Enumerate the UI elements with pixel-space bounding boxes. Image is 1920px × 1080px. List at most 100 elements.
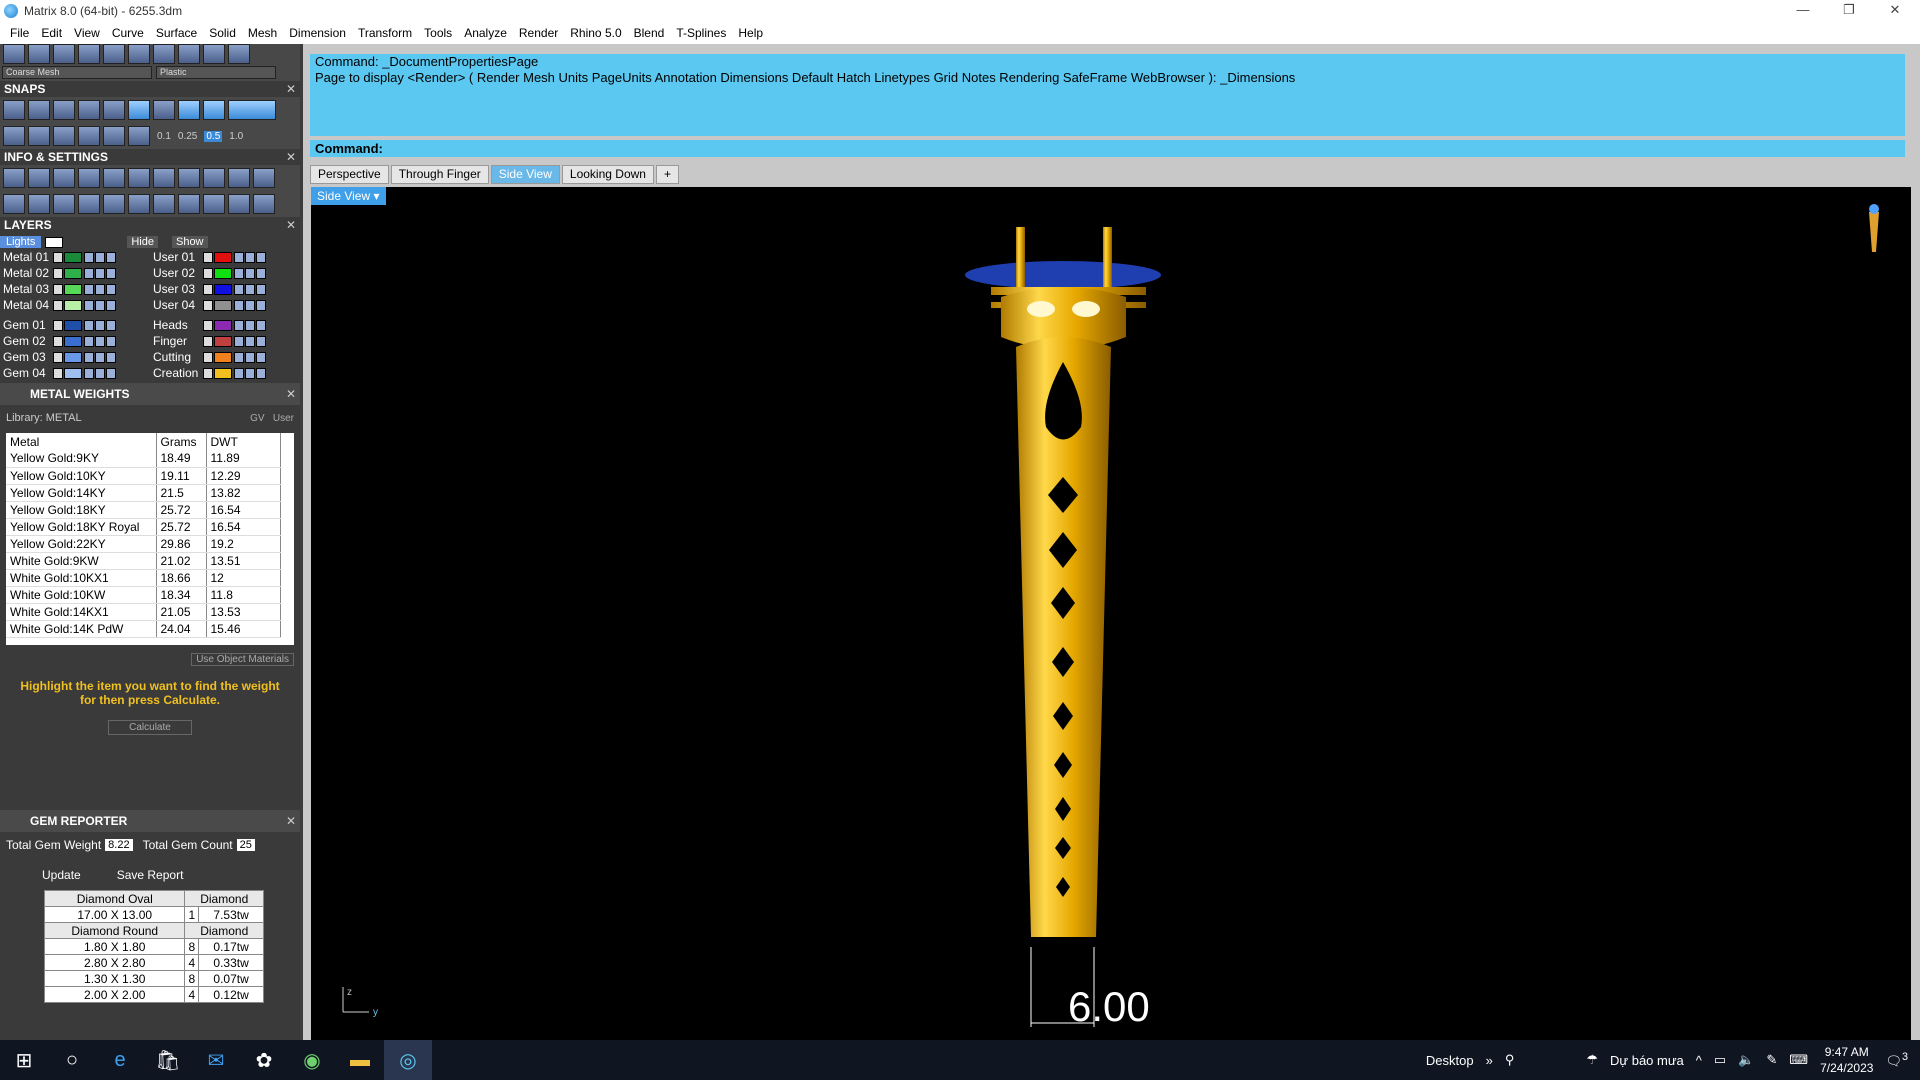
close-button[interactable]: ✕ [1872, 0, 1918, 22]
layer-row[interactable]: Metal 02 [0, 265, 150, 281]
tab-through-finger[interactable]: Through Finger [390, 165, 489, 184]
visible-icon[interactable] [95, 299, 105, 311]
maximize-button[interactable]: ❐ [1826, 0, 1872, 22]
snap-near-icon[interactable] [28, 100, 50, 120]
visible-icon[interactable] [245, 267, 255, 279]
app-green-icon[interactable]: ◉ [288, 1040, 336, 1080]
layer-expand-icon[interactable] [53, 251, 63, 263]
tool-icon[interactable] [253, 194, 275, 214]
lock-icon[interactable] [234, 319, 244, 331]
layer-expand-icon[interactable] [53, 319, 63, 331]
lights-layer[interactable]: Lights [0, 236, 42, 248]
lock-icon[interactable] [234, 335, 244, 347]
line-icon[interactable] [53, 126, 75, 146]
render-icon[interactable] [28, 44, 50, 64]
weather-icon[interactable]: ☂ [1586, 1052, 1598, 1068]
ortho-toggle[interactable] [228, 100, 276, 120]
layer-color-swatch[interactable] [64, 319, 82, 331]
lock-icon[interactable] [234, 267, 244, 279]
layer-color-swatch[interactable] [64, 283, 82, 295]
lock-icon[interactable] [234, 367, 244, 379]
lock-icon[interactable] [84, 335, 94, 347]
gem-row[interactable]: 1.30 X 1.30 8 0.07tw [43, 970, 264, 987]
snap-value-3[interactable]: 0.5 [204, 130, 223, 142]
render-icon[interactable] [256, 251, 266, 263]
layer-expand-icon[interactable] [203, 251, 213, 263]
layer-expand-icon[interactable] [53, 283, 63, 295]
render-icon[interactable] [106, 335, 116, 347]
layer-row[interactable]: Gem 04 [0, 365, 150, 381]
tool-icon[interactable] [178, 194, 200, 214]
tab-looking-down[interactable]: Looking Down [561, 165, 654, 184]
menu-blend[interactable]: Blend [628, 26, 671, 40]
mesh-icon[interactable] [103, 44, 125, 64]
layer-color-swatch[interactable] [214, 367, 232, 379]
layer-row[interactable]: Heads [150, 317, 300, 333]
edge-browser-icon[interactable]: e [96, 1040, 144, 1080]
layer-expand-icon[interactable] [203, 335, 213, 347]
render-icon[interactable] [256, 299, 266, 311]
hide-button[interactable]: Hide [127, 236, 158, 248]
viewport-side-view[interactable]: Side View ▾ 6.00 z y [311, 187, 1911, 1076]
cylinder-icon[interactable] [78, 194, 100, 214]
material-icon[interactable] [128, 44, 150, 64]
lock-icon[interactable] [84, 351, 94, 363]
layer-expand-icon[interactable] [53, 351, 63, 363]
visible-icon[interactable] [95, 283, 105, 295]
lock-icon[interactable] [234, 299, 244, 311]
snap-center-icon[interactable] [153, 100, 175, 120]
mail-icon[interactable]: ✉ [192, 1040, 240, 1080]
layer-color-swatch[interactable] [214, 283, 232, 295]
layer-row[interactable]: Cutting [150, 349, 300, 365]
lights-swatch[interactable] [45, 236, 64, 248]
render-icon[interactable] [106, 367, 116, 379]
layer-expand-icon[interactable] [53, 299, 63, 311]
visible-icon[interactable] [95, 319, 105, 331]
person-icon[interactable]: ⚲ [1505, 1052, 1515, 1068]
col-grams[interactable]: Grams [156, 433, 207, 450]
measure-icon[interactable] [53, 168, 75, 188]
gem-icon[interactable] [153, 168, 175, 188]
visible-icon[interactable] [245, 335, 255, 347]
close-icon[interactable]: ✕ [286, 810, 296, 832]
minimize-button[interactable]: — [1780, 0, 1826, 22]
menu-dimension[interactable]: Dimension [283, 26, 352, 40]
col-dwt[interactable]: DWT [206, 433, 281, 450]
ball-icon[interactable] [153, 44, 175, 64]
store-icon[interactable]: 🛍 [144, 1040, 192, 1080]
rect-icon[interactable] [28, 194, 50, 214]
sphere-icon[interactable] [78, 44, 100, 64]
table-row[interactable]: White Gold:14KX1 21.05 13.53 [6, 603, 281, 621]
settings-icon[interactable] [3, 168, 25, 188]
ball-icon[interactable] [228, 44, 250, 64]
menu-transform[interactable]: Transform [352, 26, 418, 40]
lock-icon[interactable] [84, 283, 94, 295]
edit-icon[interactable] [128, 168, 150, 188]
tool-icon[interactable] [228, 194, 250, 214]
tool-icon[interactable] [178, 168, 200, 188]
desktop-toolbar[interactable]: Desktop [1426, 1053, 1474, 1068]
command-input[interactable]: Command: [310, 140, 1905, 157]
render-icon[interactable] [256, 367, 266, 379]
visible-icon[interactable] [245, 299, 255, 311]
render-icon[interactable] [256, 267, 266, 279]
col-metal[interactable]: Metal [6, 433, 157, 450]
matrix-app-icon[interactable]: ◎ [384, 1040, 432, 1080]
show-button[interactable]: Show [171, 236, 208, 248]
menu-edit[interactable]: Edit [35, 26, 68, 40]
move-icon[interactable] [128, 126, 150, 146]
layer-color-swatch[interactable] [214, 251, 232, 263]
visible-icon[interactable] [245, 319, 255, 331]
app-icon[interactable]: ✿ [240, 1040, 288, 1080]
ball-icon[interactable] [178, 44, 200, 64]
lock-icon[interactable] [234, 351, 244, 363]
layer-row[interactable]: User 02 [150, 265, 300, 281]
tool-icon[interactable] [228, 168, 250, 188]
snap-value-2[interactable]: 0.25 [178, 131, 197, 142]
render-icon[interactable] [106, 267, 116, 279]
weather-text[interactable]: Dự báo mưa [1610, 1053, 1684, 1068]
snap-perp-icon[interactable] [103, 100, 125, 120]
layer-color-swatch[interactable] [64, 351, 82, 363]
render-icon[interactable] [256, 283, 266, 295]
layer-row[interactable]: Finger [150, 333, 300, 349]
